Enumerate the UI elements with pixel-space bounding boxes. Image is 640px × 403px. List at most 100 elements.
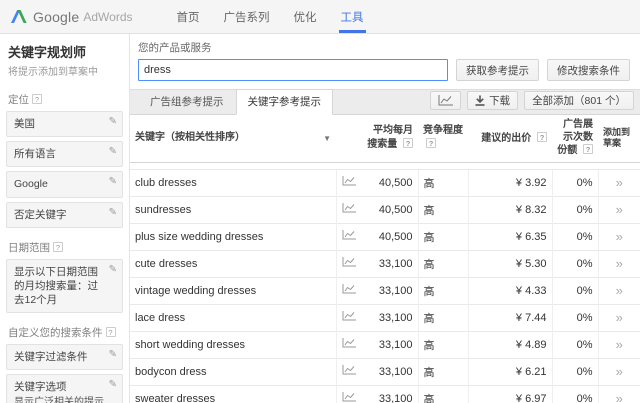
volume-cell: 33,100 <box>362 277 418 304</box>
add-to-plan-icon[interactable]: » <box>616 337 623 352</box>
edit-pencil-icon[interactable]: ✎ <box>109 116 117 127</box>
keyword-cell: short wedding dresses <box>130 331 336 358</box>
sidebar-section-title: 定位? <box>8 92 121 107</box>
help-icon[interactable]: ? <box>106 327 116 337</box>
volume-cell: 40,500 <box>362 196 418 223</box>
nav-item[interactable]: 首页 <box>165 0 212 33</box>
nav-item[interactable]: 广告系列 <box>212 0 282 33</box>
sidebar-card[interactable]: 否定关键字 ✎ <box>6 202 123 228</box>
nav-item[interactable]: 优化 <box>282 0 329 33</box>
help-icon[interactable]: ? <box>537 132 547 142</box>
impression-share-cell: 0% <box>552 196 598 223</box>
volume-cell: 40,500 <box>362 169 418 196</box>
sidebar-card[interactable]: 关键字选项显示广泛相关的提示隐藏我帐户中的关键字隐藏我草案中的关键字✎ <box>6 374 123 403</box>
add-to-plan-icon[interactable]: » <box>616 283 623 298</box>
search-label: 您的产品或服务 <box>138 40 630 55</box>
add-to-plan-icon[interactable]: » <box>616 175 623 190</box>
table-header-row: ▼ 关键字（按相关性排序） 平均每月搜索量 ? 竞争程度 ? 建议的出价 ? <box>130 115 640 162</box>
nav-item[interactable]: 工具 <box>329 0 376 33</box>
table-spacer-row <box>130 162 640 169</box>
keyword-cell: cute dresses <box>130 250 336 277</box>
page-title: 关键字规划师 <box>8 42 121 61</box>
trend-chart-icon[interactable] <box>342 230 356 243</box>
help-icon[interactable]: ? <box>583 144 593 154</box>
impression-share-cell: 0% <box>552 358 598 385</box>
trend-cell <box>336 358 362 385</box>
help-icon[interactable]: ? <box>426 138 436 148</box>
trend-chart-icon[interactable] <box>342 311 356 324</box>
impression-share-cell: 0% <box>552 304 598 331</box>
column-trend <box>336 115 362 162</box>
sidebar-sections: 定位?美国✎所有语言✎Google✎否定关键字✎日期范围?显示以下日期范围的月均… <box>0 92 129 403</box>
add-to-plan-icon[interactable]: » <box>616 310 623 325</box>
sidebar-card[interactable]: 显示以下日期范围的月均搜索量：过去12个月✎ <box>6 259 123 314</box>
trend-chart-icon[interactable] <box>342 176 356 189</box>
sidebar-card[interactable]: 美国 ✎ <box>6 111 123 137</box>
edit-pencil-icon[interactable]: ✎ <box>109 176 117 187</box>
impression-share-cell: 0% <box>552 277 598 304</box>
adwords-logo[interactable]: Google AdWords <box>0 0 147 33</box>
trend-chart-icon[interactable] <box>342 284 356 297</box>
modify-search-button[interactable]: 修改搜索条件 <box>547 59 630 81</box>
help-icon[interactable]: ? <box>53 242 63 252</box>
competition-cell: 高 <box>418 169 468 196</box>
sidebar-card-label: 所有语言 <box>14 147 104 161</box>
bid-cell: ¥ 5.30 <box>468 250 552 277</box>
edit-pencil-icon[interactable]: ✎ <box>109 349 117 360</box>
table-row: lace dress33,100高¥ 7.440%» <box>130 304 640 331</box>
search-area: 您的产品或服务 获取参考提示 修改搜索条件 <box>130 34 640 89</box>
bid-cell: ¥ 3.92 <box>468 169 552 196</box>
sidebar-card-label: 否定关键字 <box>14 208 104 222</box>
tab-keyword-ideas[interactable]: 关键字参考提示 <box>236 89 334 115</box>
sidebar-section: 定位?美国✎所有语言✎Google✎否定关键字✎ <box>0 92 129 228</box>
add-to-plan-icon[interactable]: » <box>616 391 623 403</box>
keyword-cell: sweater dresses <box>130 385 336 403</box>
bid-cell: ¥ 6.21 <box>468 358 552 385</box>
add-to-plan-icon[interactable]: » <box>616 364 623 379</box>
trend-chart-icon[interactable] <box>342 257 356 270</box>
column-competition: 竞争程度 ? <box>418 115 468 162</box>
add-cell: » <box>598 358 640 385</box>
sidebar-card[interactable]: 关键字过滤条件✎ <box>6 344 123 370</box>
competition-cell: 高 <box>418 196 468 223</box>
add-to-plan-icon[interactable]: » <box>616 202 623 217</box>
keyword-table: ▼ 关键字（按相关性排序） 平均每月搜索量 ? 竞争程度 ? 建议的出价 ? <box>130 115 640 403</box>
edit-pencil-icon[interactable]: ✎ <box>109 207 117 218</box>
sidebar-card[interactable]: Google✎ <box>6 171 123 197</box>
trend-cell <box>336 196 362 223</box>
tab-ad-group-ideas[interactable]: 广告组参考提示 <box>138 89 236 115</box>
column-add-label: 添加到草案 <box>603 127 630 148</box>
table-row: plus size wedding dresses40,500高¥ 6.350%… <box>130 223 640 250</box>
sort-dropdown-icon[interactable]: ▼ <box>323 134 331 144</box>
volume-cell: 33,100 <box>362 250 418 277</box>
trend-chart-icon[interactable] <box>342 338 356 351</box>
add-to-plan-icon[interactable]: » <box>616 229 623 244</box>
get-ideas-button[interactable]: 获取参考提示 <box>456 59 539 81</box>
bid-cell: ¥ 6.97 <box>468 385 552 403</box>
search-input[interactable] <box>138 59 448 81</box>
trend-chart-icon[interactable] <box>342 203 356 216</box>
edit-pencil-icon[interactable]: ✎ <box>109 379 117 390</box>
page-subtitle: 将提示添加到草案中 <box>8 63 121 78</box>
chart-button[interactable] <box>430 91 461 110</box>
add-cell: » <box>598 304 640 331</box>
trend-chart-icon[interactable] <box>342 392 356 403</box>
trend-cell <box>336 169 362 196</box>
trend-cell <box>336 385 362 403</box>
edit-pencil-icon[interactable]: ✎ <box>109 264 117 275</box>
add-to-plan-icon[interactable]: » <box>616 256 623 271</box>
table-row: vintage wedding dresses33,100高¥ 4.330%» <box>130 277 640 304</box>
sidebar-section: 日期范围? 显示以下日期范围的月均搜索量：过去12个月✎ <box>0 240 129 314</box>
volume-cell: 40,500 <box>362 223 418 250</box>
download-icon <box>475 95 485 106</box>
add-all-button[interactable]: 全部添加（801 个） <box>524 91 634 110</box>
help-icon[interactable]: ? <box>32 94 42 104</box>
volume-cell: 33,100 <box>362 304 418 331</box>
sidebar-card-label: 美国 <box>14 117 104 131</box>
sidebar-section-title: 日期范围? <box>8 240 121 255</box>
sidebar-card[interactable]: 所有语言 ✎ <box>6 141 123 167</box>
help-icon[interactable]: ? <box>403 138 413 148</box>
edit-pencil-icon[interactable]: ✎ <box>109 146 117 157</box>
download-button[interactable]: 下载 <box>467 91 518 110</box>
trend-chart-icon[interactable] <box>342 365 356 378</box>
